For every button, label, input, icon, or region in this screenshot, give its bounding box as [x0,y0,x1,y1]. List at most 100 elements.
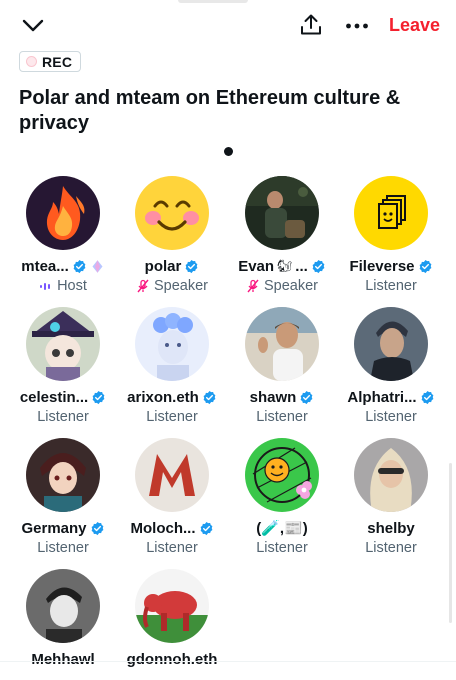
participant-role: Listener [37,409,89,425]
role-row: Listener [146,539,198,557]
participant-mehhawl[interactable]: Mehhawl [6,569,120,680]
participant-name: celestin... [19,388,89,406]
avatar[interactable] [135,307,209,381]
recording-label: REC [42,53,73,70]
verified-badge-icon [421,390,433,404]
chevron-down-icon [22,19,44,32]
avatar[interactable] [26,569,100,643]
participant-gdonnoh[interactable]: gdonnoh.eth [115,569,229,680]
avatar[interactable] [135,569,209,643]
avatar-image [245,438,319,512]
avatar-image [135,176,209,250]
role-row: Listener [365,277,417,295]
name-row: polar [145,257,200,275]
participant-celestin[interactable]: celestin... Listener [6,307,120,427]
diamond-icon [92,259,103,273]
participant-role: Listener [365,278,417,294]
participant-role: Listener [146,540,198,556]
avatar[interactable] [245,176,319,250]
avatar-image [135,569,209,643]
name-ellipsis: ... [295,257,308,275]
role-row: Listener [37,408,89,426]
name-row: (🧪,📰) [256,519,308,537]
avatar[interactable] [245,438,319,512]
participant-arixon[interactable]: arixon.eth Listener [115,307,229,427]
avatar[interactable] [245,307,319,381]
participant-name: Alphatri... [347,388,417,406]
participant-emoji-user[interactable]: (🧪,📰) Listener [225,438,339,558]
top-bar: Leave [0,0,456,52]
participant-evan[interactable]: Evan 🐿 ... Speaker [225,176,339,296]
verified-badge-icon [185,259,198,273]
verified-badge-icon [73,259,86,273]
verified-badge-icon [419,259,431,273]
verified-badge-icon [91,521,103,535]
avatar-image [135,307,209,381]
participant-mteam[interactable]: mtea... Host [6,176,120,296]
name-row: Evan 🐿 ... [238,257,326,275]
participant-alphatri[interactable]: Alphatri... Listener [334,307,448,427]
recording-dot-icon [26,56,37,67]
participant-name: Fileverse [349,257,415,275]
participant-role: Speaker [263,278,318,294]
avatar[interactable] [354,438,428,512]
participant-name: gdonnoh.eth [126,650,218,668]
participant-name: polar [144,257,182,275]
leave-button[interactable]: Leave [389,15,440,36]
avatar-image [26,176,100,250]
name-row: Mehhawl [31,650,94,668]
participant-role: Listener [37,540,89,556]
avatar-image [354,307,428,381]
role-row: Speaker [136,277,208,295]
share-button[interactable] [296,10,326,40]
participant-shelby[interactable]: shelby Listener [334,438,448,558]
avatar[interactable] [354,176,428,250]
collapse-button[interactable] [18,12,48,40]
name-row: mtea... [21,257,105,275]
page-indicator-dot[interactable] [224,147,233,156]
role-row: Listener [256,539,308,557]
role-row: Host [39,277,87,295]
name-row: Fileverse [349,257,432,275]
participant-name: (🧪,📰) [256,520,308,537]
avatar-image [245,176,319,250]
name-row: shelby [367,519,415,537]
name-row: celestin... [20,388,106,406]
verified-badge-icon [312,259,325,273]
avatar[interactable] [26,176,100,250]
avatar[interactable] [26,307,100,381]
role-row: Listener [365,539,417,557]
verified-badge-icon [200,521,212,535]
scrollbar[interactable] [449,463,452,623]
avatar-image [135,438,209,512]
avatar-image [354,176,428,250]
name-row: Germany [21,519,104,537]
participant-role: Speaker [153,278,208,294]
participant-name: arixon.eth [127,388,199,406]
participant-name: mtea... [21,257,69,275]
avatar[interactable] [26,438,100,512]
recording-badge: REC [19,51,82,72]
participant-moloch[interactable]: Moloch... Listener [115,438,229,558]
participant-name: Evan [238,257,275,275]
avatar[interactable] [354,307,428,381]
name-row: Alphatri... [347,388,434,406]
role-row: Listener [37,539,89,557]
role-row: Listener [365,408,417,426]
name-row: shawn [250,388,315,406]
participant-fileverse[interactable]: Fileverse Listener [334,176,448,296]
share-upload-icon [301,14,321,35]
participant-shawn[interactable]: shawn Listener [225,307,339,427]
avatar-image [26,438,100,512]
avatar[interactable] [135,438,209,512]
squirrel-emoji: 🐿 [277,259,293,273]
mic-muted-icon [247,279,259,293]
participant-polar[interactable]: polar Speaker [115,176,229,296]
avatar[interactable] [135,176,209,250]
verified-badge-icon [300,390,313,404]
participant-germany[interactable]: Germany Listener [6,438,120,558]
mic-muted-icon [137,279,149,293]
role-row: Listener [256,408,308,426]
name-row: arixon.eth [127,388,217,406]
more-options-button[interactable] [342,12,372,40]
